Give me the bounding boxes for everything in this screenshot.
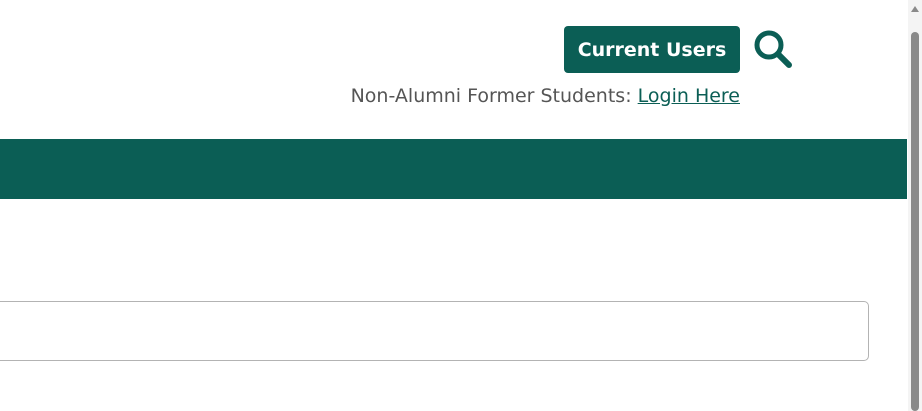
login-here-link[interactable]: Login Here [638,85,740,107]
scrollbar-thumb[interactable] [911,32,919,411]
scroll-up-arrow-icon[interactable] [911,6,919,12]
page: Current Users Non-Alumni Former Students… [0,0,922,411]
main-nav-bar [0,139,907,199]
current-users-button[interactable]: Current Users [564,26,740,73]
search-icon[interactable] [752,28,794,70]
text-input-field[interactable] [0,301,869,361]
vertical-scrollbar[interactable] [908,0,922,411]
former-students-login: Non-Alumni Former Students: Login Here [351,82,740,110]
former-students-label: Non-Alumni Former Students: [350,85,638,107]
